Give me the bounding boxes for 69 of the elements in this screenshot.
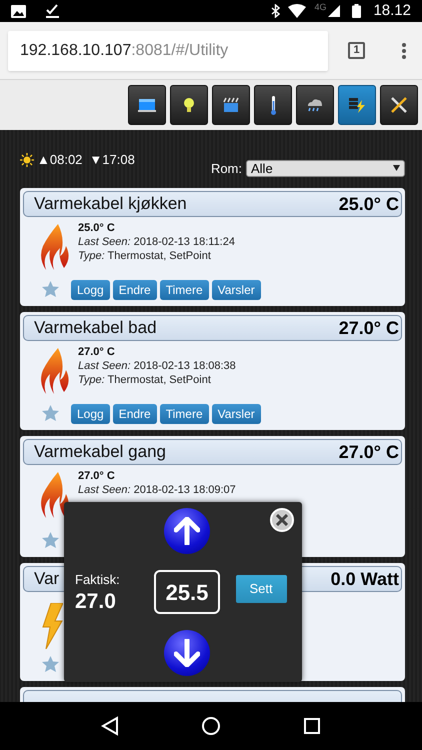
device-reading: 27.0° C — [338, 440, 399, 464]
increase-button[interactable] — [164, 508, 210, 554]
type-text: Type: Thermostat, SetPoint — [78, 373, 212, 387]
sun-icon — [20, 152, 34, 166]
category-tab[interactable] — [212, 85, 250, 125]
close-button[interactable] — [270, 508, 294, 532]
category-tab[interactable] — [380, 85, 418, 125]
wifi-icon — [288, 4, 306, 18]
image-icon — [11, 4, 26, 18]
recents-icon — [303, 717, 321, 735]
category-tab[interactable] — [254, 85, 292, 125]
room-label: Rom: — [210, 160, 242, 178]
action-button[interactable]: Timere — [160, 280, 209, 300]
last-seen-text: Last Seen: 2018-02-13 18:09:07 — [78, 483, 236, 497]
action-button[interactable]: Logg — [71, 404, 110, 424]
device-reading: 25.0° C — [338, 192, 399, 216]
category-tab[interactable] — [128, 85, 166, 125]
action-button[interactable]: Logg — [71, 280, 110, 300]
room-dropdown[interactable]: Alle — [246, 160, 405, 177]
device-name: Varmekabel gang — [34, 441, 166, 464]
last-seen-text: Last Seen: 2018-02-13 18:11:24 — [78, 235, 236, 249]
arrow-up-icon — [174, 517, 200, 545]
url-host: 192.168.10.107 — [20, 40, 132, 60]
arrow-down-icon — [174, 639, 200, 667]
actual-label: Faktisk: — [75, 571, 121, 590]
device-name: Var — [34, 568, 60, 590]
star-icon — [42, 281, 59, 297]
star-icon — [42, 656, 59, 672]
address-bar[interactable]: 192.168.10.107:8081/#/Utility — [8, 30, 328, 70]
lightning-icon — [40, 603, 62, 649]
action-button[interactable]: Varsler — [212, 280, 261, 300]
url-path: :8081/#/Utility — [131, 40, 228, 60]
clock: 18.12 — [373, 0, 411, 21]
setpoint-field[interactable]: 25.5 — [154, 570, 220, 614]
type-text: Type: Thermostat, SetPoint — [78, 249, 212, 263]
status-text: 25.0° C — [78, 221, 116, 235]
home-icon — [201, 716, 221, 736]
bluetooth-icon — [271, 4, 280, 18]
device-name: Varmekabel bad — [34, 317, 157, 340]
last-seen-text: Last Seen: 2018-02-13 18:08:38 — [78, 359, 237, 373]
sunset-time: ▼17:08 — [89, 150, 135, 169]
action-button[interactable]: Endre — [112, 280, 157, 300]
device-reading: 0.0 Watt — [330, 568, 399, 590]
category-tab[interactable] — [170, 85, 208, 125]
star-icon — [42, 532, 59, 548]
category-tab[interactable] — [338, 85, 376, 125]
back-icon — [101, 716, 119, 736]
sunrise-time: ▲08:02 — [37, 150, 82, 169]
more-menu-icon — [402, 42, 406, 58]
close-icon — [276, 514, 288, 526]
device-name: Varmekabel kjøkken — [34, 193, 187, 216]
network-type: 4G — [314, 1, 326, 14]
action-button[interactable]: Endre — [112, 404, 157, 424]
star-icon — [42, 405, 59, 421]
action-button[interactable]: Varsler — [212, 404, 261, 424]
actual-value: 27.0 — [75, 590, 117, 614]
category-tab[interactable] — [296, 85, 334, 125]
signal-icon — [328, 5, 340, 17]
tab-count-button[interactable]: 1 — [348, 42, 365, 59]
device-reading: 27.0° C — [338, 316, 399, 340]
status-text: 27.0° C — [78, 345, 116, 359]
set-button[interactable]: Sett — [236, 575, 286, 603]
dropdown-arrow-icon — [393, 165, 400, 172]
action-button[interactable]: Timere — [160, 404, 209, 424]
decrease-button[interactable] — [164, 630, 210, 676]
battery-icon — [352, 4, 362, 18]
status-text: 27.0° C — [78, 469, 116, 483]
check-icon — [46, 4, 60, 18]
thermometer-icon — [270, 96, 276, 114]
